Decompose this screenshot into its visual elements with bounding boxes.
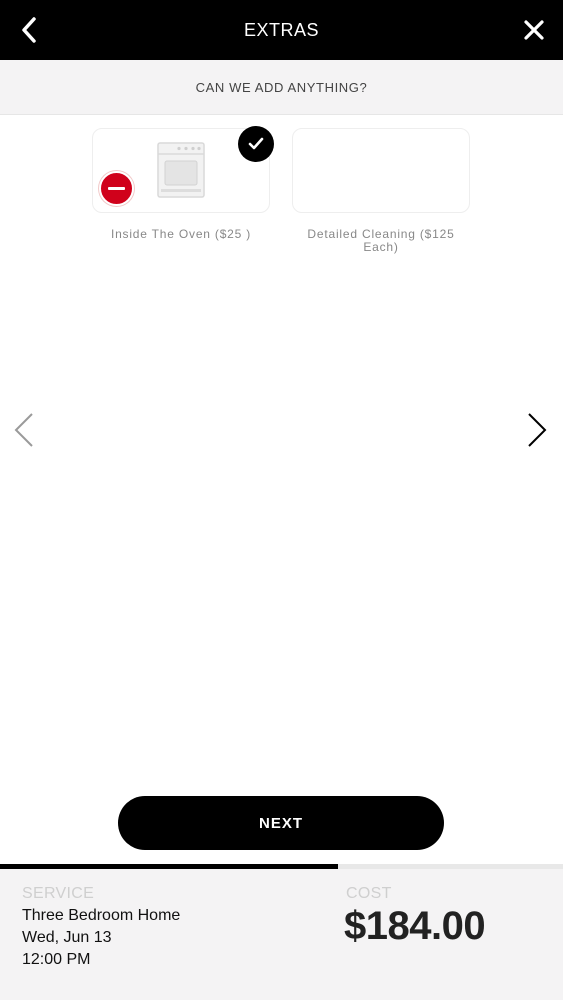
section-prompt: CAN WE ADD ANYTHING? [0, 60, 563, 115]
extra-label-detailed-cleaning: Detailed Cleaning ($125 Each) [307, 227, 455, 254]
remove-extra-button[interactable] [99, 171, 134, 206]
top-bar: EXTRAS [0, 0, 563, 60]
service-time: 12:00 PM [22, 951, 91, 968]
next-page-arrow[interactable] [523, 410, 553, 450]
minus-icon [108, 187, 125, 190]
cost-label: COST [346, 885, 392, 902]
checkmark-icon [248, 137, 264, 150]
selected-check-badge [238, 126, 274, 162]
close-button[interactable] [519, 15, 549, 45]
oven-icon [157, 142, 205, 198]
cost-value: $184.00 [344, 904, 486, 948]
next-button[interactable]: NEXT [118, 796, 444, 850]
chevron-left-icon [14, 413, 33, 447]
booking-summary: SERVICE Three Bedroom Home Wed, Jun 13 1… [0, 864, 563, 1000]
extra-label-oven: Inside The Oven ($25 ) [110, 227, 252, 241]
service-name: Three Bedroom Home [22, 907, 181, 924]
service-date: Wed, Jun 13 [22, 929, 112, 946]
chevron-right-icon [528, 413, 547, 447]
extra-card-detailed-cleaning[interactable] [292, 128, 470, 213]
service-label: SERVICE [22, 885, 95, 902]
previous-page-arrow[interactable] [10, 410, 40, 450]
page-title: EXTRAS [243, 20, 320, 40]
progress-bar [0, 864, 563, 869]
close-icon [524, 20, 544, 40]
progress-fill [0, 864, 338, 869]
